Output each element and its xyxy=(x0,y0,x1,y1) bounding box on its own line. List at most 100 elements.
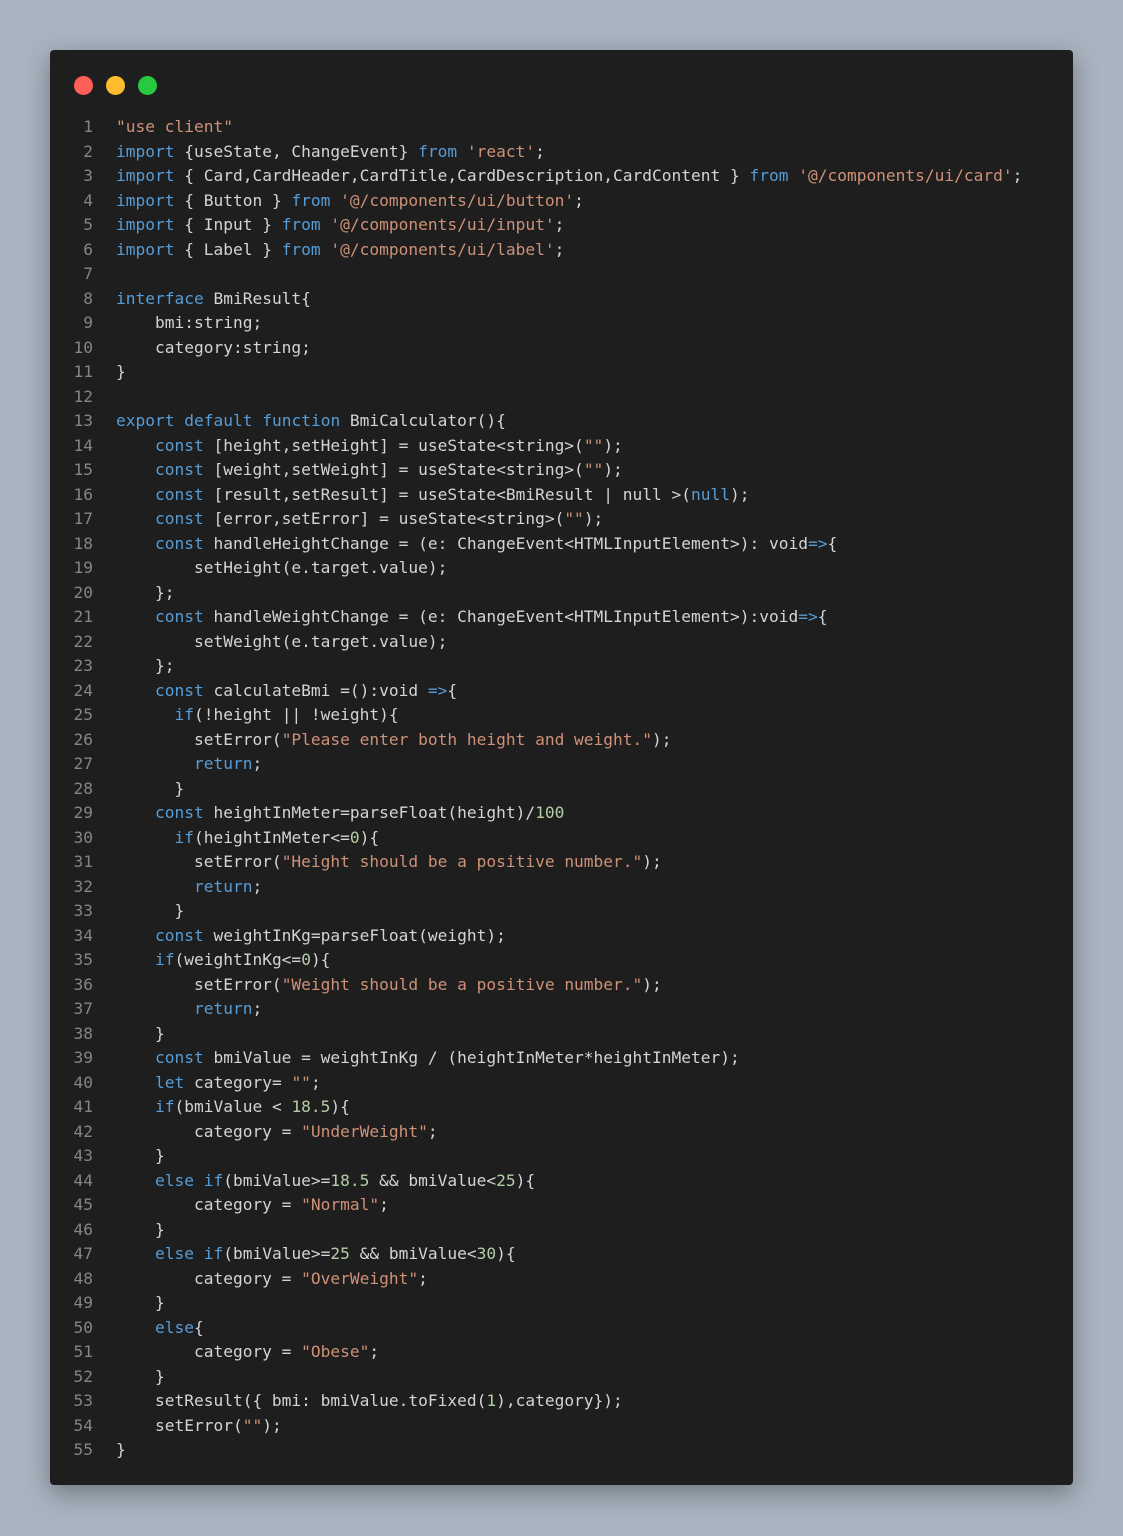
line-number: 3 xyxy=(83,166,93,185)
code-token: }; xyxy=(116,656,175,675)
code-token: else xyxy=(154,1244,194,1263)
code-line: 13 export default function BmiCalculator(… xyxy=(50,409,1073,434)
line-number: 10 xyxy=(73,337,94,357)
code-line: 16 const [result,setResult] = useState<B… xyxy=(50,483,1073,508)
code-token: { Button } xyxy=(174,190,292,210)
code-token: export xyxy=(116,411,175,430)
line-number: 36 xyxy=(73,974,94,994)
line-number: 9 xyxy=(83,313,93,332)
line-number: 27 xyxy=(73,754,94,773)
line-number: 49 xyxy=(73,1293,94,1312)
line-number: 40 xyxy=(73,1072,94,1092)
close-button[interactable] xyxy=(74,76,93,95)
code-token: ),category}); xyxy=(496,1391,623,1410)
minimize-button[interactable] xyxy=(106,76,125,95)
code-token: 25 xyxy=(330,1244,350,1263)
code-token: else xyxy=(154,1170,194,1190)
code-token: } xyxy=(116,1440,126,1459)
code-token: && bmiValue< xyxy=(369,1170,497,1190)
code-line: 5 import { Input } from '@/components/ui/… xyxy=(50,213,1073,238)
code-token: return xyxy=(193,876,253,896)
code-line: 21 const handleWeightChange = (e: Change… xyxy=(50,605,1073,630)
code-token: ){ xyxy=(310,950,331,969)
code-token: let xyxy=(154,1072,185,1092)
code-token: "" xyxy=(583,435,604,455)
code-token: 0 xyxy=(349,827,360,847)
code-token: } xyxy=(116,1146,165,1165)
code-token: '@/components/ui/button' xyxy=(340,190,575,210)
line-number: 16 xyxy=(73,484,94,504)
code-line: 19 setHeight(e.target.value); xyxy=(50,556,1073,581)
code-token: (bmiValue>= xyxy=(223,1170,331,1190)
code-token: ; xyxy=(574,190,584,210)
code-token: } xyxy=(116,1023,165,1043)
code-token: "Obese" xyxy=(301,1342,370,1361)
code-token: return xyxy=(193,754,253,773)
code-token: (!height || !weight){ xyxy=(193,705,399,724)
code-token: ); xyxy=(583,509,604,528)
line-number: 8 xyxy=(83,288,93,308)
line-number: 18 xyxy=(73,533,94,553)
line-number: 7 xyxy=(83,264,93,283)
code-line: 46 } xyxy=(50,1218,1073,1243)
code-token: "UnderWeight" xyxy=(301,1121,428,1141)
code-token: '@/components/ui/card' xyxy=(798,166,1013,185)
code-line: 50 else{ xyxy=(50,1316,1073,1341)
code-line: 20 }; xyxy=(50,581,1073,606)
code-token: if xyxy=(154,1097,175,1116)
code-token: ; xyxy=(554,239,565,259)
code-token: [error,setError] = useState<string>( xyxy=(203,509,565,528)
code-token: "Weight should be a positive number." xyxy=(281,974,643,994)
code-token: ){ xyxy=(330,1097,350,1116)
code-line: 8 interface BmiResult{ xyxy=(50,287,1073,312)
code-line: 52 } xyxy=(50,1365,1073,1390)
code-token: ; xyxy=(369,1342,380,1361)
code-token: { xyxy=(827,533,838,553)
code-token: from xyxy=(281,239,321,259)
line-number: 55 xyxy=(73,1440,94,1459)
code-token: category:string; xyxy=(116,337,311,357)
code-token: from xyxy=(418,141,458,161)
code-token: { Label } xyxy=(174,239,282,259)
line-number: 33 xyxy=(73,901,94,920)
code-token: "use client" xyxy=(116,117,233,136)
code-token: "" xyxy=(564,509,584,528)
code-token: from xyxy=(291,190,331,210)
maximize-button[interactable] xyxy=(138,76,157,95)
code-line: 31 setError("Height should be a positive… xyxy=(50,850,1073,875)
code-token: BmiResult{ xyxy=(203,288,311,308)
code-line: 49 } xyxy=(50,1291,1073,1316)
code-token: ; xyxy=(379,1195,389,1214)
code-token: => xyxy=(798,607,818,626)
code-token: const xyxy=(154,607,204,626)
code-token: [result,setResult] = useState<BmiResult … xyxy=(203,484,692,504)
line-number: 50 xyxy=(73,1317,94,1337)
code-editor[interactable]: 1 "use client" 2 import {useState, ChangeEv… xyxy=(50,115,1073,1463)
code-token: }; xyxy=(116,582,175,602)
code-line: 43 } xyxy=(50,1144,1073,1169)
line-number: 26 xyxy=(73,729,94,749)
code-line: 14 const [height,setHeight] = useState<s… xyxy=(50,434,1073,459)
code-line: 9 bmi:string; xyxy=(50,311,1073,336)
code-token: ); xyxy=(730,484,750,504)
code-line: 28 } xyxy=(50,777,1073,802)
code-token: if xyxy=(154,950,175,969)
line-number: 6 xyxy=(83,239,93,259)
code-token: (bmiValue < xyxy=(174,1097,292,1116)
code-token: ; xyxy=(310,1072,321,1092)
code-token: calculateBmi =():void xyxy=(203,680,428,700)
code-token: [weight,setWeight] = useState<string>( xyxy=(203,460,584,479)
code-token: "" xyxy=(583,460,604,479)
code-token: ){ xyxy=(359,827,380,847)
code-token: { Input } xyxy=(174,215,282,234)
code-token: { xyxy=(193,1317,204,1337)
code-token: return xyxy=(193,999,253,1018)
code-token: category = xyxy=(116,1342,302,1361)
